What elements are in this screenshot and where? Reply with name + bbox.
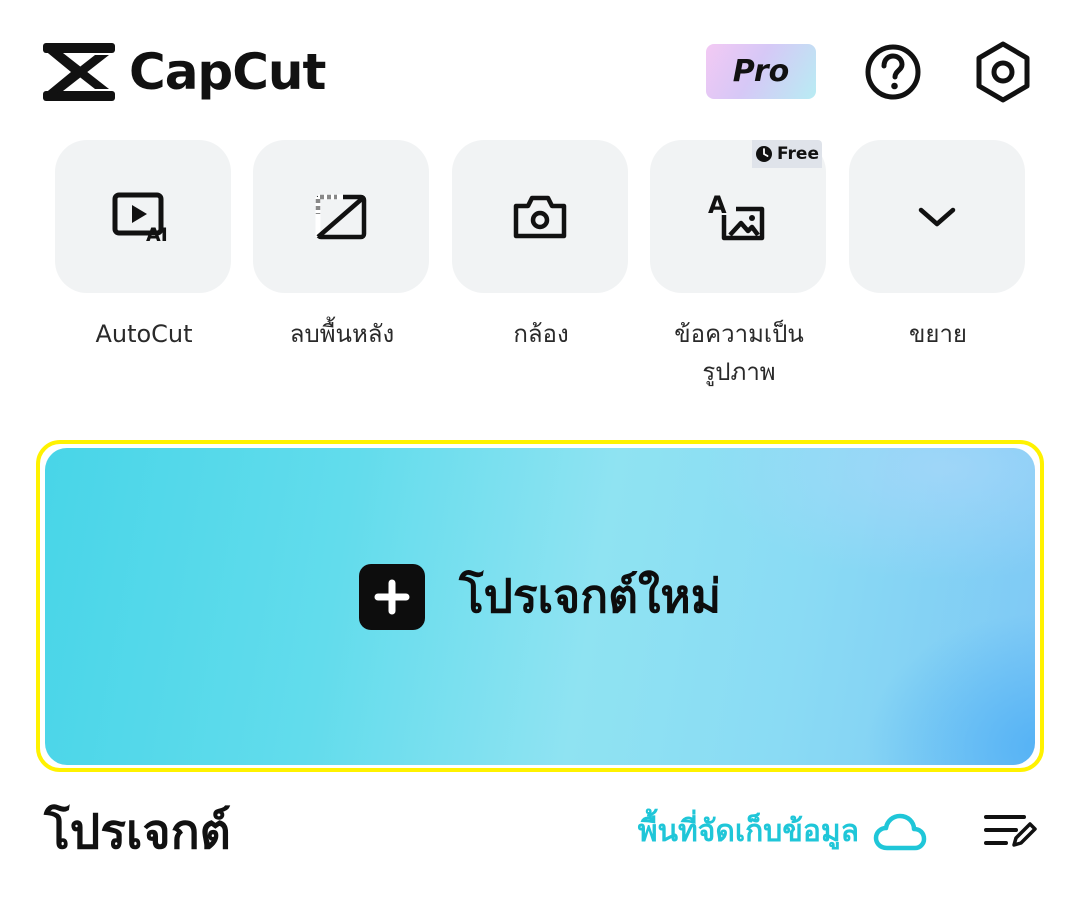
tool-camera[interactable]: กล้อง [452,140,630,353]
autocut-ai-icon: AI [112,192,168,242]
tool-tile[interactable] [253,140,429,293]
projects-title: โปรเจกต์ [44,804,231,860]
chevron-down-icon [918,207,956,226]
plus-glyph-icon [374,579,410,614]
tool-label: AutoCut [95,320,193,348]
tool-tile[interactable] [452,140,628,293]
help-button[interactable] [861,40,925,104]
svg-text:A: A [708,191,727,219]
settings-button[interactable] [971,40,1035,104]
tool-label: กล้อง [513,320,569,348]
tool-expand[interactable]: ขยาย [849,140,1027,353]
free-badge: Free [752,140,822,168]
tool-label: ขยาย [908,320,967,348]
free-label: Free [777,144,819,164]
tool-autocut[interactable]: AI AutoCut [55,140,233,353]
capcut-home-screen: CapCut Pro AI AutoCut ลบพื้นหลัง กล้อง A… [0,0,1079,897]
svg-text:AI: AI [146,224,168,242]
text-to-image-icon: A [708,191,765,240]
tool-label: ข้อความเป็นรูปภาพ [674,320,804,386]
list-edit-icon [984,815,1037,847]
storage-button[interactable]: พื้นที่จัดเก็บข้อมูล [638,808,927,856]
app-name: CapCut [129,43,326,101]
tool-text-to-image[interactable]: A ข้อความเป็นรูปภาพ Free [650,140,828,391]
settings-hexagon-icon [976,41,1030,103]
remove-background-icon [315,194,367,239]
quick-tools: AI AutoCut ลบพื้นหลัง กล้อง A ข้อความเป็… [55,140,1035,400]
camera-icon [513,195,567,238]
cloud-icon [873,813,927,851]
tool-tile[interactable] [849,140,1025,293]
new-project-label: โปรเจกต์ใหม่ [458,569,722,623]
storage-label: พื้นที่จัดเก็บข้อมูล [637,814,859,849]
new-project-button[interactable]: โปรเจกต์ใหม่ [45,448,1035,765]
tool-remove-background[interactable]: ลบพื้นหลัง [253,140,431,353]
capcut-logo-icon [43,43,115,101]
help-icon [865,44,921,100]
tool-tile[interactable]: AI [55,140,231,293]
capcut-logo: CapCut [43,40,326,104]
new-project-content: โปรเจกต์ใหม่ [358,560,722,633]
plus-icon [358,563,425,630]
pro-label: Pro [732,54,790,89]
clock-icon [756,146,773,162]
tool-label: ลบพื้นหลัง [289,320,395,348]
pro-button[interactable]: Pro [706,44,816,99]
sort-edit-button[interactable] [980,805,1040,857]
